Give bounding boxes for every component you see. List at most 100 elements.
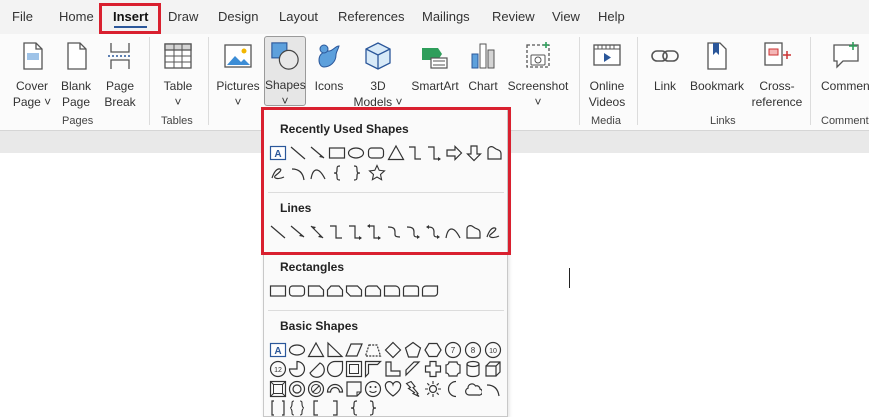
lightning-bolt-shape-icon[interactable] xyxy=(404,380,422,398)
pentagon-shape-icon[interactable] xyxy=(404,341,422,359)
table-button[interactable]: Table ˅ xyxy=(156,38,200,114)
tab-layout[interactable]: Layout xyxy=(279,0,318,34)
round-same-side-rectangle-shape-icon[interactable] xyxy=(402,282,420,300)
text-box-shape-icon[interactable]: A xyxy=(269,144,287,162)
elbow-double-arrow-connector-shape-icon[interactable] xyxy=(365,223,383,241)
smiley-face-shape-icon[interactable] xyxy=(364,380,382,398)
star-shape-icon[interactable] xyxy=(368,164,386,182)
triangle-shape-icon[interactable] xyxy=(307,341,325,359)
icons-button[interactable]: Icons xyxy=(310,38,348,114)
right-brace-shape-icon[interactable] xyxy=(364,399,382,417)
double-arrow-line-shape-icon[interactable] xyxy=(308,223,326,241)
frame-shape-icon[interactable] xyxy=(345,360,363,378)
rectangle-shape-icon[interactable] xyxy=(328,144,346,162)
cover-page-button[interactable]: Cover Page ˅ xyxy=(8,38,56,114)
elbow-arrow-connector-shape-icon[interactable] xyxy=(346,223,364,241)
freeform-shape-icon[interactable] xyxy=(464,223,482,241)
screenshot-button[interactable]: Screenshot ˅ xyxy=(505,38,571,114)
tab-insert[interactable]: Insert xyxy=(113,0,148,34)
left-bracket-shape-icon[interactable] xyxy=(307,399,325,417)
right-arrow-shape-icon[interactable] xyxy=(445,144,463,162)
heart-shape-icon[interactable] xyxy=(384,380,402,398)
arc-shape-icon[interactable] xyxy=(484,380,502,398)
tab-design[interactable]: Design xyxy=(218,0,258,34)
rectangle-shape-icon[interactable] xyxy=(269,282,287,300)
down-arrow-shape-icon[interactable] xyxy=(465,144,483,162)
dodecagon-shape-icon[interactable]: 12 xyxy=(269,360,287,378)
bookmark-button[interactable]: Bookmark xyxy=(686,38,748,114)
snip-round-rectangle-shape-icon[interactable] xyxy=(364,282,382,300)
folded-corner-shape-icon[interactable] xyxy=(345,380,363,398)
online-videos-button[interactable]: Online Videos xyxy=(584,38,630,114)
tab-review[interactable]: Review xyxy=(492,0,535,34)
shapes-button[interactable]: Shapes ˅ xyxy=(264,36,306,108)
freeform-shape-icon[interactable] xyxy=(485,144,503,162)
page-break-button[interactable]: Page Break xyxy=(99,38,141,114)
line-shape-icon[interactable] xyxy=(289,144,307,162)
heptagon-shape-icon[interactable]: 7 xyxy=(444,341,462,359)
tab-help[interactable]: Help xyxy=(598,0,625,34)
elbow-connector-shape-icon[interactable] xyxy=(406,144,424,162)
moon-shape-icon[interactable] xyxy=(444,380,462,398)
donut-shape-icon[interactable] xyxy=(288,380,306,398)
cross-reference-button[interactable]: Cross- reference xyxy=(749,38,805,114)
curve-shape-icon[interactable] xyxy=(309,164,327,182)
right-brace-shape-icon[interactable] xyxy=(348,164,366,182)
tab-draw[interactable]: Draw xyxy=(168,0,198,34)
diagonal-stripe-shape-icon[interactable] xyxy=(404,360,422,378)
smartart-button[interactable]: SmartArt xyxy=(408,38,462,114)
rounded-rectangle-shape-icon[interactable] xyxy=(288,282,306,300)
triangle-shape-icon[interactable] xyxy=(387,144,405,162)
elbow-arrow-connector-shape-icon[interactable] xyxy=(425,144,443,162)
cross-shape-icon[interactable] xyxy=(424,360,442,378)
curved-arrow-connector-shape-icon[interactable] xyxy=(404,223,422,241)
right-bracket-shape-icon[interactable] xyxy=(326,399,344,417)
hexagon-shape-icon[interactable] xyxy=(424,341,442,359)
rounded-rectangle-shape-icon[interactable] xyxy=(367,144,385,162)
blank-page-button[interactable]: Blank Page xyxy=(54,38,98,114)
pictures-button[interactable]: Pictures ˅ xyxy=(214,38,262,114)
plaque-shape-icon[interactable] xyxy=(444,360,462,378)
diamond-shape-icon[interactable] xyxy=(384,341,402,359)
cube-shape-icon[interactable] xyxy=(484,360,502,378)
tab-mailings[interactable]: Mailings xyxy=(422,0,470,34)
arrow-line-shape-icon[interactable] xyxy=(309,144,327,162)
sun-shape-icon[interactable] xyxy=(424,380,442,398)
chart-button[interactable]: Chart xyxy=(462,38,504,114)
double-bracket-shape-icon[interactable] xyxy=(269,399,287,417)
text-box-shape-icon[interactable]: A xyxy=(269,341,287,359)
octagon-shape-icon[interactable]: 8 xyxy=(464,341,482,359)
bevel-shape-icon[interactable] xyxy=(269,380,287,398)
line-shape-icon[interactable] xyxy=(269,223,287,241)
link-button[interactable]: Link xyxy=(645,38,685,114)
double-brace-shape-icon[interactable] xyxy=(288,399,306,417)
pie-shape-icon[interactable] xyxy=(288,360,306,378)
oval-shape-icon[interactable] xyxy=(288,341,306,359)
snip-single-corner-rectangle-shape-icon[interactable] xyxy=(307,282,325,300)
tab-file[interactable]: File xyxy=(12,0,33,34)
no-symbol-shape-icon[interactable] xyxy=(307,380,325,398)
scribble-shape-icon[interactable] xyxy=(484,223,502,241)
round-single-corner-rectangle-shape-icon[interactable] xyxy=(383,282,401,300)
comment-button[interactable]: Commen xyxy=(817,38,869,114)
arc-shape-icon[interactable] xyxy=(289,164,307,182)
trapezoid-shape-icon[interactable] xyxy=(364,341,382,359)
elbow-connector-shape-icon[interactable] xyxy=(327,223,345,241)
snip-same-side-rectangle-shape-icon[interactable] xyxy=(326,282,344,300)
right-triangle-shape-icon[interactable] xyxy=(326,341,344,359)
3d-models-button[interactable]: 3D Models ˅ xyxy=(349,38,407,114)
decagon-shape-icon[interactable]: 10 xyxy=(484,341,502,359)
curve-shape-icon[interactable] xyxy=(444,223,462,241)
left-brace-shape-icon[interactable] xyxy=(328,164,346,182)
arrow-line-shape-icon[interactable] xyxy=(289,223,307,241)
chord-shape-icon[interactable] xyxy=(307,360,325,378)
curved-double-arrow-connector-shape-icon[interactable] xyxy=(424,223,442,241)
tab-references[interactable]: References xyxy=(338,0,404,34)
teardrop-shape-icon[interactable] xyxy=(326,360,344,378)
tab-home[interactable]: Home xyxy=(59,0,94,34)
block-arc-shape-icon[interactable] xyxy=(326,380,344,398)
cloud-shape-icon[interactable] xyxy=(464,380,482,398)
oval-shape-icon[interactable] xyxy=(347,144,365,162)
round-diagonal-rectangle-shape-icon[interactable] xyxy=(421,282,439,300)
scribble-shape-icon[interactable] xyxy=(269,164,287,182)
